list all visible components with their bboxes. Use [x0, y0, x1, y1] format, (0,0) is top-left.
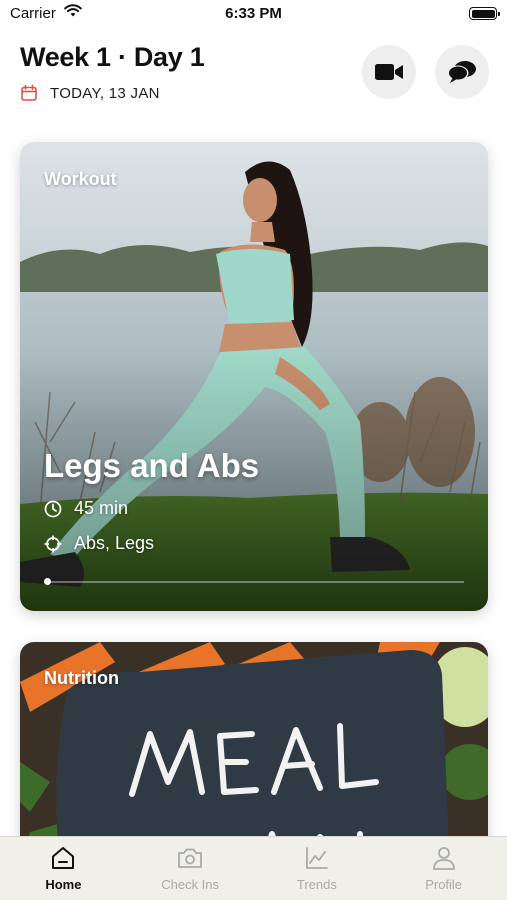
target-icon [44, 535, 62, 552]
person-icon [432, 847, 455, 870]
status-bar: Carrier 6:33 PM [0, 0, 507, 28]
tab-home[interactable]: Home [0, 837, 127, 900]
tab-trends-label: Trends [296, 877, 337, 892]
video-progress-dot [44, 578, 51, 585]
tab-trends[interactable]: Trends [254, 837, 381, 900]
date-row: TODAY, 13 JAN [20, 84, 160, 102]
workout-label: Workout [44, 169, 117, 189]
tab-home-label: Home [45, 877, 82, 892]
tab-profile[interactable]: Profile [380, 837, 507, 900]
focus-row: Abs, Legs [44, 533, 154, 554]
tab-check-ins-label: Check Ins [161, 877, 220, 892]
nutrition-label: Nutrition [44, 668, 119, 688]
chart-icon [305, 847, 328, 869]
duration-label: 45 min [74, 498, 129, 518]
camera-icon [178, 848, 203, 868]
date-label: TODAY, 13 JAN [50, 84, 160, 102]
video-call-button[interactable] [362, 45, 416, 99]
status-time: 6:33 PM [225, 5, 282, 22]
chat-button[interactable] [435, 45, 489, 99]
clock-icon [44, 500, 62, 517]
video-progress-track [44, 581, 464, 583]
chat-bubbles-icon [447, 61, 476, 83]
page-title: Week 1 · Day 1 [20, 42, 205, 72]
workout-card[interactable]: Workout Legs and Abs 45 min Abs, Legs [20, 142, 488, 611]
battery-icon [469, 7, 500, 20]
tab-profile-label: Profile [425, 877, 463, 892]
focus-label: Abs, Legs [74, 533, 155, 553]
workout-title: Legs and Abs [44, 447, 260, 484]
tab-check-ins[interactable]: Check Ins [127, 837, 254, 900]
duration-row: 45 min [44, 498, 128, 519]
home-icon [52, 847, 75, 869]
tab-bar: Home Check Ins Trends Profile [0, 836, 507, 900]
calendar-icon [21, 84, 37, 101]
video-camera-icon [375, 64, 403, 80]
